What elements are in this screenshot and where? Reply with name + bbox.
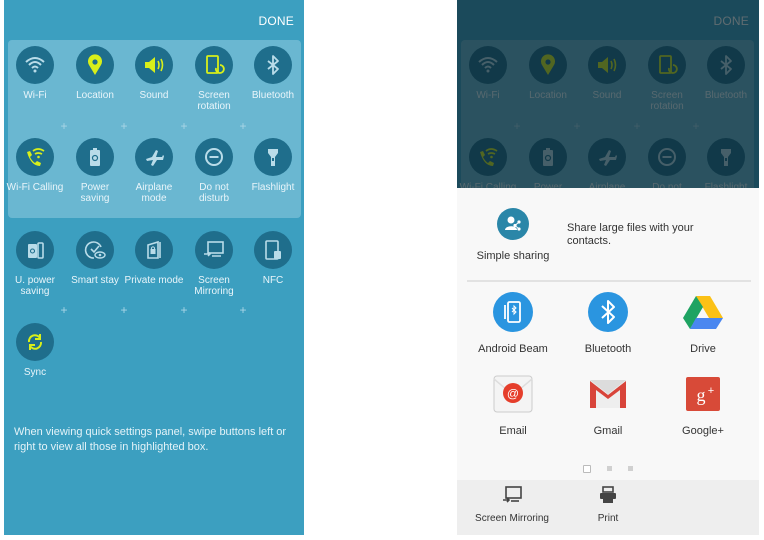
svg-text:@: @ xyxy=(507,387,519,401)
quick-setting-tile-bluetooth[interactable]: Bluetooth xyxy=(243,46,303,101)
quick-setting-tile-private-mode[interactable]: Private mode xyxy=(124,231,184,286)
svg-text:g: g xyxy=(697,385,706,405)
simple-sharing-button[interactable]: Simple sharing xyxy=(467,208,559,262)
quick-setting-tile-nfc[interactable]: NFC xyxy=(243,231,303,286)
simple-sharing-icon xyxy=(497,208,529,240)
tile-label: Wi-Fi xyxy=(23,90,47,101)
share-app-gmail[interactable]: Gmail xyxy=(558,374,658,437)
plus-separator-icon: + xyxy=(239,303,247,317)
quick-setting-tile-smart-stay[interactable]: Smart stay xyxy=(65,231,125,286)
share-app-email[interactable]: @ Email xyxy=(463,374,563,437)
quick-setting-tile-screen-rotation[interactable]: Screen rotation xyxy=(184,46,244,112)
screen-mirroring-button[interactable]: Screen Mirroring xyxy=(475,486,549,524)
plus-separator-icon: + xyxy=(180,303,188,317)
gmail-icon xyxy=(588,374,628,414)
share-app-bluetooth[interactable]: Bluetooth xyxy=(558,292,658,355)
tile-label: Location xyxy=(76,90,114,101)
printer-icon xyxy=(600,486,616,503)
divider xyxy=(467,280,751,282)
done-button[interactable]: DONE xyxy=(259,14,294,28)
quick-setting-tile-screen-mirroring[interactable]: Screen Mirroring xyxy=(184,231,244,297)
share-app-label: Android Beam xyxy=(478,343,548,355)
share-app-label: Gmail xyxy=(593,425,623,437)
location-pin-icon xyxy=(76,46,114,84)
quick-setting-tile-do-not-disturb[interactable]: Do not disturb xyxy=(184,138,244,204)
share-app-label: Bluetooth xyxy=(584,343,632,355)
tile-label: NFC xyxy=(262,275,284,286)
svg-text:+: + xyxy=(708,385,714,397)
screen-mirroring-icon xyxy=(195,231,233,269)
simple-sharing-description: Share large files with your contacts. xyxy=(567,222,694,247)
plus-separator-icon: + xyxy=(239,119,247,133)
tile-label: Screen Mirroring xyxy=(194,275,234,297)
quick-setting-tile-wi-fi[interactable]: Wi-Fi xyxy=(5,46,65,101)
do-not-disturb-icon xyxy=(195,138,233,176)
simple-sharing-label: Simple sharing xyxy=(476,250,550,262)
tile-label: Sound xyxy=(139,90,169,101)
quick-setting-tile-flashlight[interactable]: Flashlight xyxy=(243,138,303,193)
share-app-android-beam[interactable]: Android Beam xyxy=(463,292,563,355)
speaker-icon xyxy=(135,46,173,84)
email-icon: @ xyxy=(493,374,533,414)
tile-label: Private mode xyxy=(124,275,184,286)
android-beam-icon xyxy=(493,292,533,332)
quick-setting-tile-u-power-saving[interactable]: U. power saving xyxy=(5,231,65,297)
plus-separator-icon: + xyxy=(120,303,128,317)
bottom-action-label: Print xyxy=(597,513,619,524)
google-plus-icon: g + xyxy=(683,374,723,414)
ultra-power-saving-icon xyxy=(16,231,54,269)
tile-label: Bluetooth xyxy=(251,90,295,101)
plus-separator-icon: + xyxy=(60,303,68,317)
quick-setting-tile-wi-fi-calling[interactable]: Wi-Fi Calling xyxy=(5,138,65,193)
flashlight-icon xyxy=(254,138,292,176)
smart-stay-icon xyxy=(76,231,114,269)
bottom-actions-bar: Screen Mirroring Print xyxy=(457,480,759,535)
screen-rotation-icon xyxy=(195,46,233,84)
plus-separator-icon: + xyxy=(60,119,68,133)
airplane-icon xyxy=(135,138,173,176)
tile-label: Do not disturb xyxy=(198,182,229,204)
wifi-icon xyxy=(16,46,54,84)
bottom-action-label: Screen Mirroring xyxy=(475,513,549,524)
quick-setting-tile-airplane-mode[interactable]: Airplane mode xyxy=(124,138,184,204)
screen-mirroring-icon xyxy=(503,486,522,503)
share-sheet: Simple sharing Share large files with yo… xyxy=(457,188,759,535)
plus-separator-icon: + xyxy=(180,119,188,133)
tile-label: Sync xyxy=(23,367,47,378)
page-dot[interactable] xyxy=(583,464,591,473)
page-dot[interactable] xyxy=(628,466,633,472)
tile-label: Smart stay xyxy=(71,275,119,286)
share-app-label: Drive xyxy=(690,343,716,355)
quick-setting-tile-sound[interactable]: Sound xyxy=(124,46,184,101)
share-app-label: Email xyxy=(499,425,527,437)
plus-separator-icon: + xyxy=(120,119,128,133)
tile-label: Flashlight xyxy=(251,182,295,193)
quick-setting-tile-sync[interactable]: Sync xyxy=(5,323,65,378)
share-app-drive[interactable]: Drive xyxy=(653,292,753,355)
page-dot[interactable] xyxy=(607,466,612,472)
tile-label: U. power saving xyxy=(14,275,55,297)
tile-label: Screen rotation xyxy=(197,90,231,112)
share-app-google-plus[interactable]: g + Google+ xyxy=(653,374,753,437)
nfc-icon xyxy=(254,231,292,269)
tile-label: Power saving xyxy=(80,182,110,204)
battery-recycle-icon xyxy=(76,138,114,176)
sync-icon xyxy=(16,323,54,361)
quick-settings-edit-panel: DONE Wi-Fi Location Sound Screen rotation Bl… xyxy=(4,0,304,535)
private-mode-icon xyxy=(135,231,173,269)
bluetooth-icon xyxy=(588,292,628,332)
share-panel: DONE Wi-FiLocationSoundScreen rotationBl… xyxy=(457,0,759,535)
google-drive-icon xyxy=(683,292,723,332)
print-button[interactable]: Print xyxy=(585,486,631,524)
quick-setting-tile-location[interactable]: Location xyxy=(65,46,125,101)
tile-label: Wi-Fi Calling xyxy=(6,182,64,193)
quick-setting-tile-power-saving[interactable]: Power saving xyxy=(65,138,125,204)
tile-label: Airplane mode xyxy=(135,182,173,204)
share-app-label: Google+ xyxy=(682,425,724,437)
hint-text: When viewing quick settings panel, swipe… xyxy=(14,426,287,453)
bluetooth-icon xyxy=(254,46,292,84)
wifi-calling-icon xyxy=(16,138,54,176)
page-indicator xyxy=(457,460,759,478)
